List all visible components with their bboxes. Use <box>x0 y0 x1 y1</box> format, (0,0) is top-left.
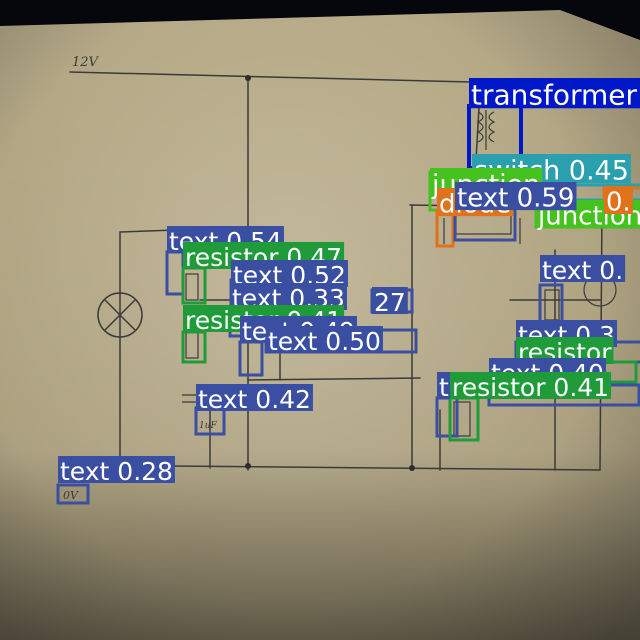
text-detection-label: text 0.50 <box>266 326 383 356</box>
capacitor-value-note: 1uF <box>199 421 218 431</box>
label-label-text: 27 <box>374 288 406 317</box>
transformer-label-text: transformer 0.60 <box>471 79 640 112</box>
text-detection-label: text 0.28 <box>58 456 175 486</box>
text-label-text: text 0.50 <box>268 327 381 356</box>
text-detection-label: text 0.42 <box>196 384 313 414</box>
annotated-circuit-photo: 12V 0V 1uF transformer 0.60switch 0.45ju… <box>0 10 640 640</box>
label-label-text: 0. <box>606 188 631 218</box>
text-label-text: text 0.59 <box>457 184 574 214</box>
resistor-label-text: resistor 0.41 <box>452 373 609 402</box>
t-detection-label: t <box>437 372 451 402</box>
label-detection-label: 0. <box>604 186 633 218</box>
label-detection-label: 27 <box>372 287 408 317</box>
text-detection-label: text 0. <box>540 255 626 285</box>
text-label-text: text 0.28 <box>60 457 173 486</box>
supply-voltage-note: 12V <box>72 55 100 70</box>
ground-note: 0V <box>63 489 79 502</box>
transformer-detection-label: transformer 0.60 <box>469 78 640 112</box>
text-detection-label: text 0.59 <box>455 182 577 214</box>
text-label-text: text 0.42 <box>198 385 311 414</box>
t-label-text: t <box>439 373 449 402</box>
text-label-text: text 0. <box>542 256 623 285</box>
resistor-detection-label: resistor 0.41 <box>450 372 612 402</box>
